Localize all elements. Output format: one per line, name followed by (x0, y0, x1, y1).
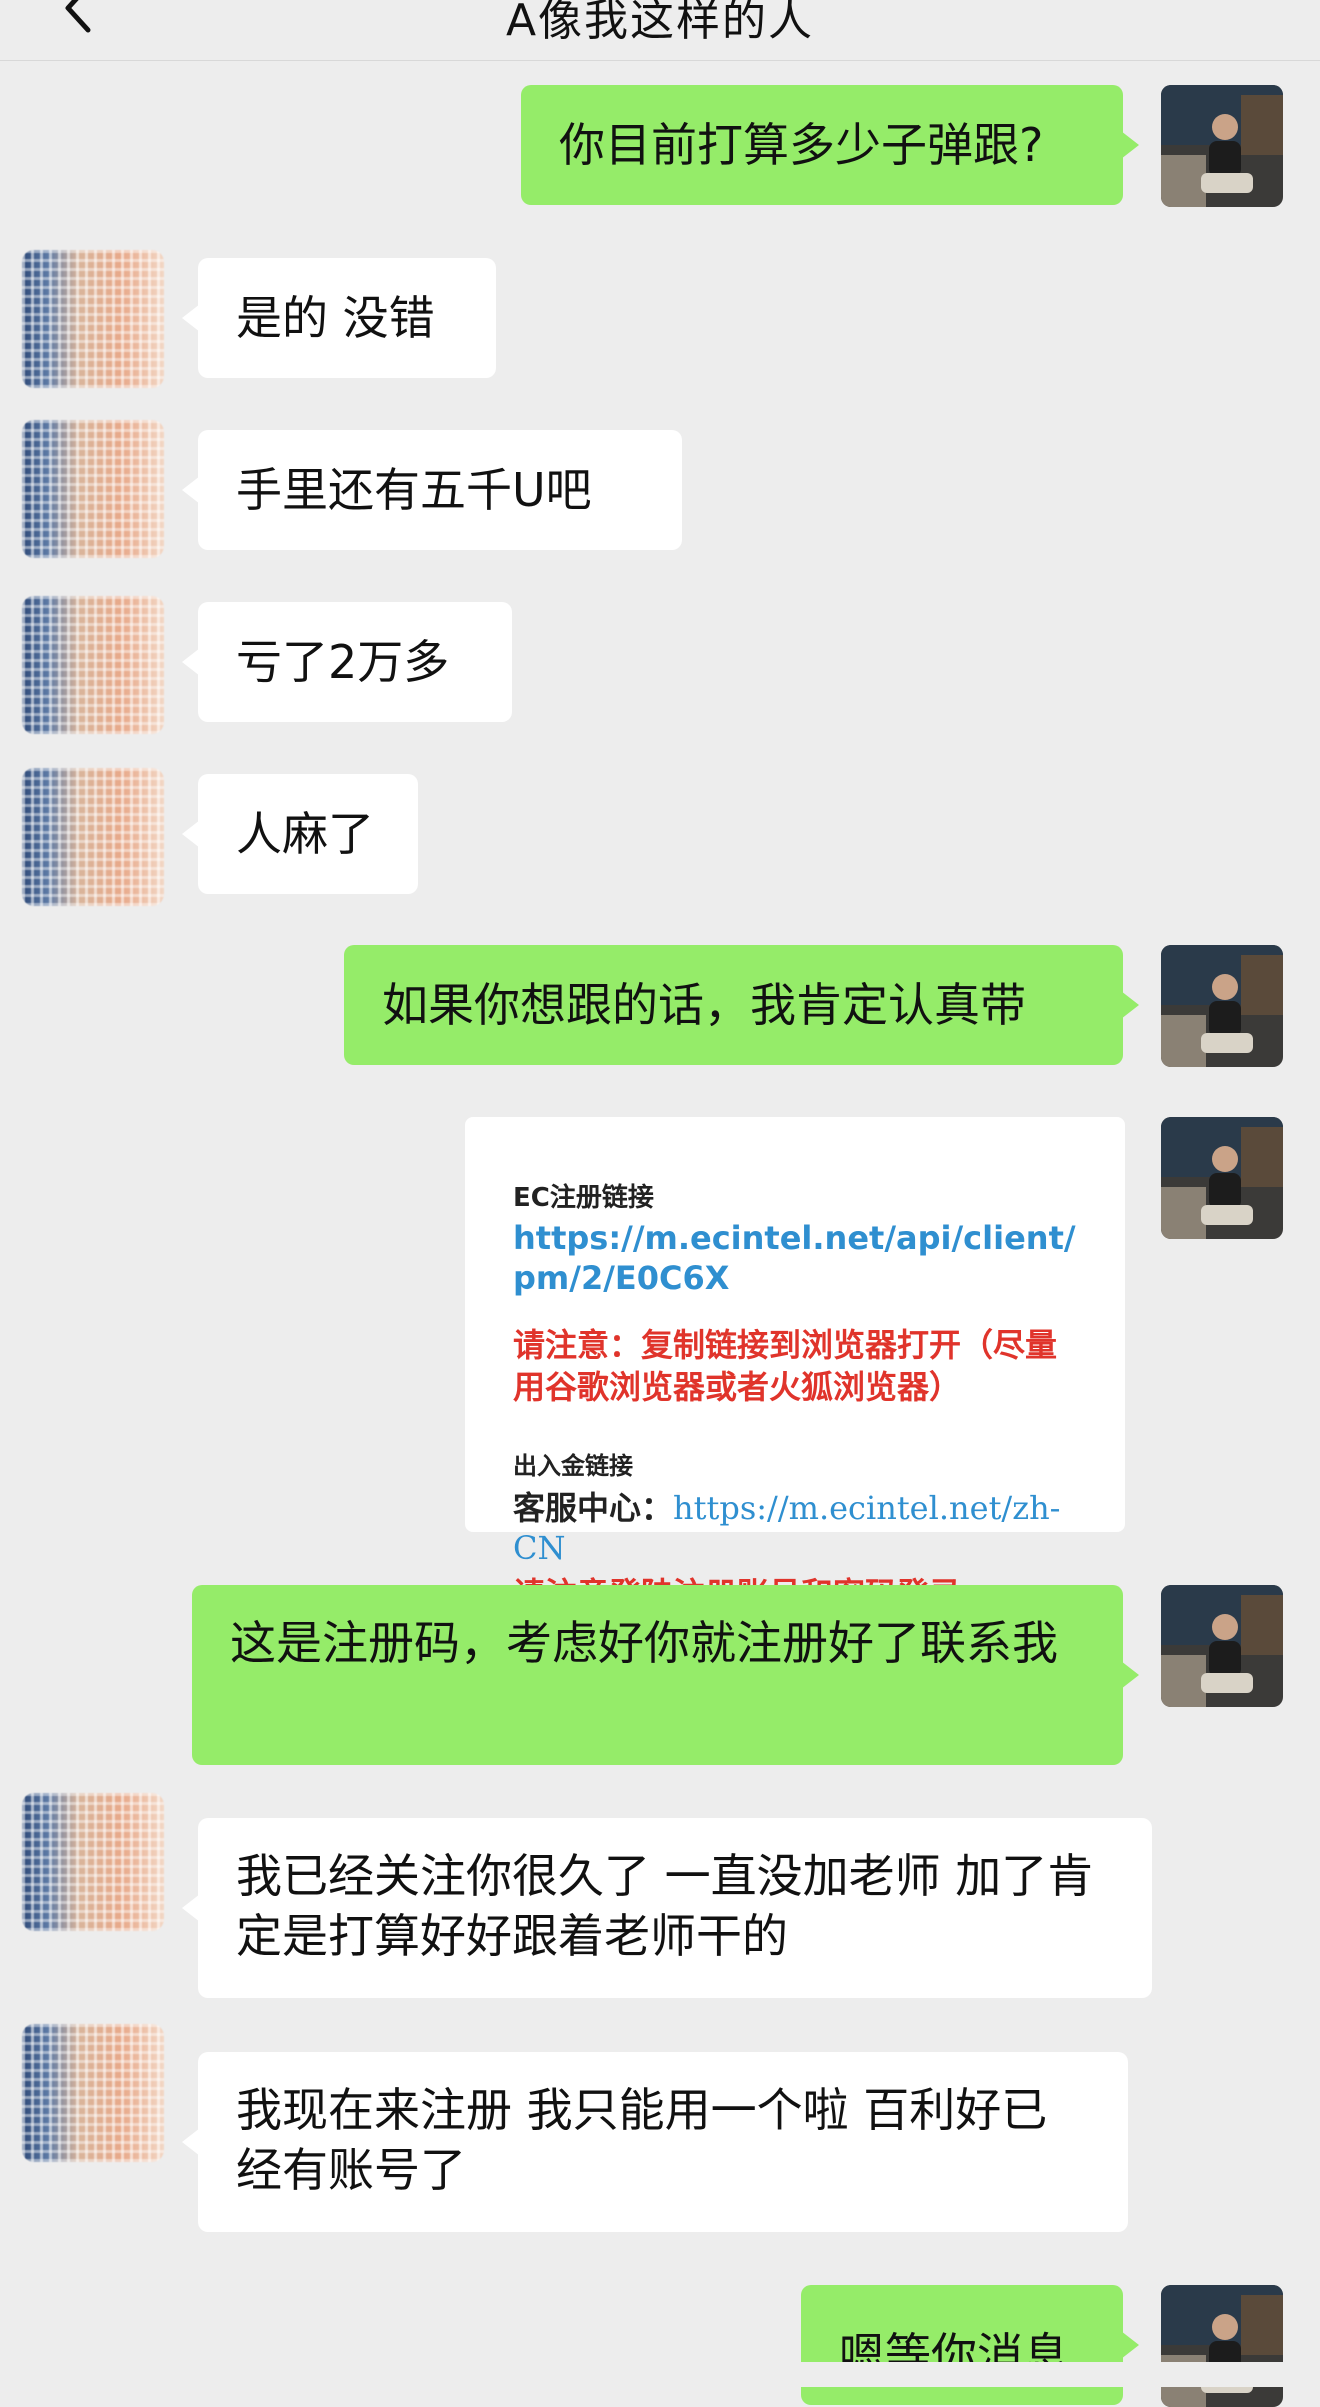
avatar-self[interactable] (1161, 945, 1283, 1067)
message-bubble-self[interactable]: 这是注册码，考虑好你就注册好了联系我 (192, 1585, 1139, 1765)
message-bubble-other[interactable]: 我现在来注册 我只能用一个啦 百利好已经有账号了 (182, 2052, 1128, 2232)
avatar-self[interactable] (1161, 2285, 1283, 2407)
card-service-line: 客服中心：https://m.ecintel.net/zh-CN (513, 1483, 1085, 1567)
avatar-other[interactable] (22, 420, 164, 558)
avatar-self-image (1161, 1117, 1283, 1239)
card-service-label: 客服中心： (513, 1489, 674, 1527)
avatar-self[interactable] (1161, 85, 1283, 207)
message-bubble-other[interactable]: 人麻了 (182, 774, 418, 894)
avatar-self[interactable] (1161, 1117, 1283, 1239)
message-bubble-self[interactable]: 你目前打算多少子弹跟? (521, 85, 1139, 205)
chat-title: A像我这样的人 (505, 0, 815, 46)
avatar-self-image (1161, 85, 1283, 207)
message-bubble-other[interactable]: 是的 没错 (182, 258, 496, 378)
card-warning-browser: 请注意：复制链接到浏览器打开（尽量用谷歌浏览器或者火狐浏览器） (513, 1326, 1058, 1406)
avatar-self-image (1161, 1585, 1283, 1707)
card-heading: EC注册链接 (513, 1183, 654, 1213)
message-bubble-other[interactable]: 我已经关注你很久了 一直没加老师 加了肯定是打算好好跟着老师干的 (182, 1818, 1152, 1998)
message-bubble-self[interactable]: 嗯等你消息 (801, 2285, 1139, 2405)
chat-header: A像我这样的人 (0, 0, 1320, 61)
avatar-other[interactable] (22, 768, 164, 906)
bottom-edge (0, 2362, 1320, 2387)
card-registration-link[interactable]: https://m.ecintel.net/api/client/pm/2/E0… (513, 1218, 1085, 1298)
avatar-self-image (1161, 945, 1283, 1067)
message-bubble-self[interactable]: 如果你想跟的话，我肯定认真带 (344, 945, 1139, 1065)
avatar-other[interactable] (22, 2024, 164, 2162)
avatar-other[interactable] (22, 250, 164, 388)
avatar-other[interactable] (22, 1793, 164, 1931)
avatar-other[interactable] (22, 596, 164, 734)
image-message-registration-card[interactable]: EC注册链接 https://m.ecintel.net/api/client/… (465, 1117, 1125, 1613)
avatar-self[interactable] (1161, 1585, 1283, 1707)
message-bubble-other[interactable]: 手里还有五千U吧 (182, 430, 682, 550)
avatar-self-image (1161, 2285, 1283, 2407)
message-bubble-other[interactable]: 亏了2万多 (182, 602, 512, 722)
card-subheading: 出入金链接 (513, 1452, 633, 1480)
